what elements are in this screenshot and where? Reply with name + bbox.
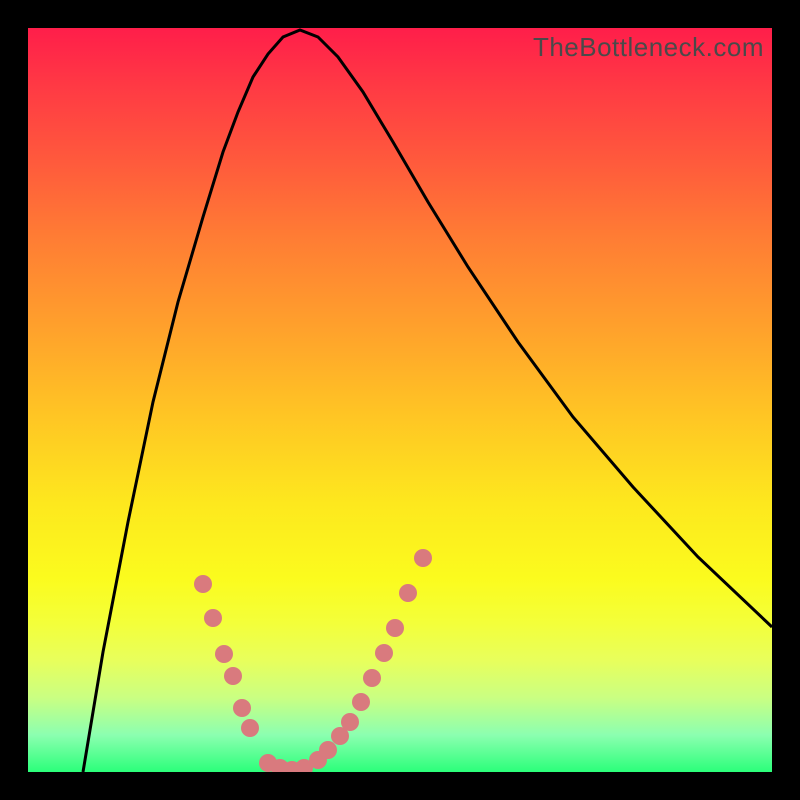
plot-area: TheBottleneck.com xyxy=(28,28,772,772)
right-dots-dot xyxy=(386,619,404,637)
left-dots-dot xyxy=(194,575,212,593)
right-dots-dot xyxy=(319,741,337,759)
left-dots-dot xyxy=(215,645,233,663)
right-dots-dot xyxy=(399,584,417,602)
right-dots-dot xyxy=(352,693,370,711)
left-dots-dot xyxy=(241,719,259,737)
left-dots-dot xyxy=(224,667,242,685)
left-dots-dot xyxy=(233,699,251,717)
left-dots-dot xyxy=(204,609,222,627)
right-dots-dot xyxy=(414,549,432,567)
bottleneck-curve-path xyxy=(83,30,772,772)
right-dots-dot xyxy=(363,669,381,687)
right-dots-dot xyxy=(341,713,359,731)
curve-layer xyxy=(28,28,772,772)
data-markers xyxy=(194,549,432,772)
right-dots-dot xyxy=(375,644,393,662)
chart-frame: TheBottleneck.com xyxy=(0,0,800,800)
watermark-text: TheBottleneck.com xyxy=(533,32,764,63)
